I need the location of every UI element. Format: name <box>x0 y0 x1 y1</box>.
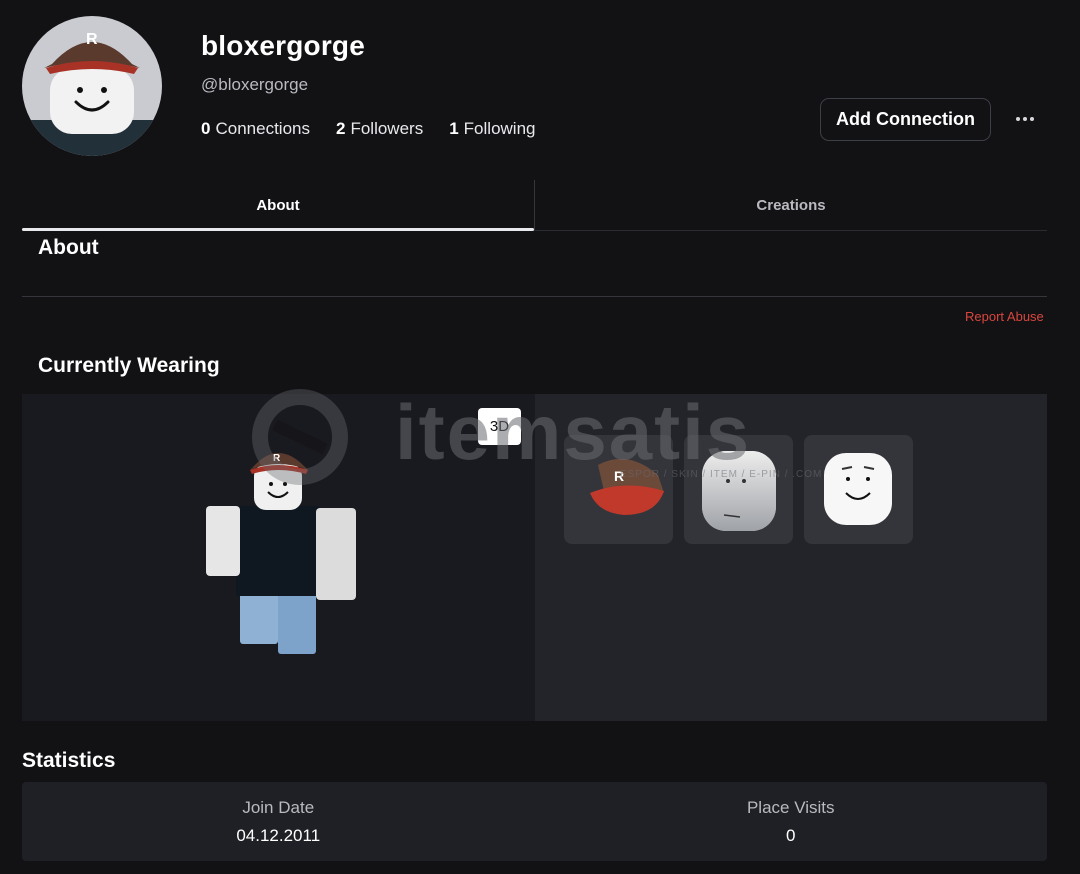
following-label: Following <box>463 119 536 138</box>
more-options-button[interactable] <box>1008 104 1042 134</box>
avatar[interactable]: R <box>22 16 162 156</box>
avatar-headshot-icon: R <box>22 31 162 156</box>
toggle-3d-button[interactable]: 3D <box>478 408 521 445</box>
ellipsis-icon <box>1030 117 1034 121</box>
followers-count: 2 <box>335 119 346 138</box>
about-heading: About <box>38 236 99 259</box>
about-divider <box>22 296 1047 297</box>
username-handle: @bloxergorge <box>201 75 309 94</box>
connections-count: 0 <box>201 119 211 138</box>
svg-text:R: R <box>614 468 624 484</box>
smile-face-icon <box>824 453 892 525</box>
wearing-item-card[interactable] <box>684 435 793 544</box>
social-counts: 0 Connections 2 Followers 1 Following <box>201 119 535 139</box>
svg-text:R: R <box>86 31 98 48</box>
place-visits-value: 0 <box>786 825 796 845</box>
place-visits-label: Place Visits <box>746 797 835 817</box>
avatar-3d-viewer[interactable]: R <box>22 394 535 721</box>
connections-label: Connections <box>215 119 310 138</box>
join-date-value: 04.12.2011 <box>236 825 321 845</box>
display-name: bloxergorge <box>201 30 366 61</box>
wearing-item-card[interactable]: R <box>564 435 673 544</box>
ellipsis-icon <box>1016 117 1020 121</box>
svg-text:R: R <box>273 453 281 464</box>
join-date-stat: Join Date 04.12.2011 <box>22 782 535 861</box>
report-abuse-link[interactable]: Report Abuse <box>965 309 1044 324</box>
avatar-full-body-icon: R <box>206 453 356 654</box>
head-icon <box>702 451 776 531</box>
following-link[interactable]: 1 Following <box>449 119 535 139</box>
profile-tabs: About Creations <box>22 180 1047 231</box>
wearing-item-card[interactable] <box>804 435 913 544</box>
ellipsis-icon <box>1023 117 1027 121</box>
join-date-label: Join Date <box>242 797 315 817</box>
following-count: 1 <box>449 119 459 138</box>
statistics-panel: Join Date 04.12.2011 Place Visits 0 <box>22 782 1047 861</box>
followers-label: Followers <box>350 119 424 138</box>
add-connection-button[interactable]: Add Connection <box>820 98 991 141</box>
statistics-heading: Statistics <box>22 749 116 772</box>
followers-link[interactable]: 2 Followers <box>336 119 423 139</box>
place-visits-stat: Place Visits 0 <box>535 782 1048 861</box>
tab-creations[interactable]: Creations <box>535 180 1047 230</box>
tab-about[interactable]: About <box>22 180 535 231</box>
baseball-cap-icon: R <box>590 458 664 515</box>
currently-wearing-heading: Currently Wearing <box>38 354 220 377</box>
connections-link[interactable]: 0 Connections <box>201 119 310 139</box>
profile-page: R bloxergorge @bloxergorge 0 Connections … <box>0 0 1080 874</box>
